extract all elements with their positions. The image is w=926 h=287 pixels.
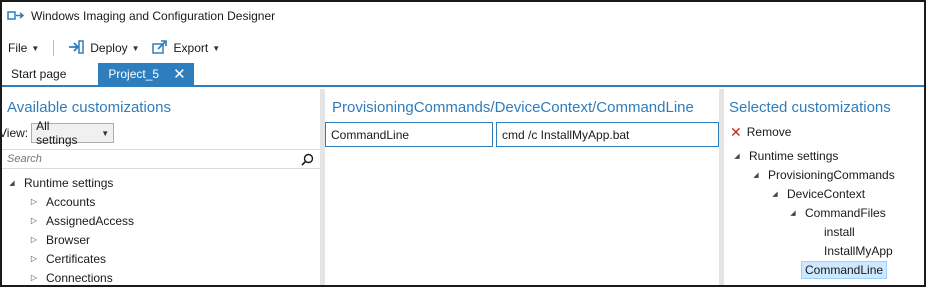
tree-node-commandline[interactable]: CommandLine — [724, 260, 924, 279]
tree-node-label: Accounts — [46, 194, 96, 209]
setting-editor-panel: ProvisioningCommands/DeviceContext/Comma… — [325, 89, 719, 285]
view-filter: View: All settings ▼ — [2, 119, 320, 147]
menu-separator — [53, 40, 55, 56]
tree-node-label: Browser — [46, 232, 91, 247]
tree-node-label: Runtime settings — [24, 175, 114, 190]
window-control-edge — [906, 12, 924, 22]
available-customizations-panel: Available customizations View: All setti… — [2, 89, 320, 285]
menu-bar: File ▼ Deploy ▼ Export ▼ — [2, 34, 924, 62]
document-tabs: Start page Project_5 ✕ — [2, 63, 924, 87]
tree-node-label: Connections — [46, 270, 113, 285]
tree-node-provisioning-commands[interactable]: ◢ ProvisioningCommands — [724, 165, 924, 184]
collapsed-triangle-icon[interactable]: ▷ — [29, 235, 39, 244]
remove-button[interactable]: ✕ Remove — [724, 122, 924, 142]
setting-row: CommandLine — [325, 122, 719, 147]
chevron-down-icon: ▼ — [131, 43, 140, 53]
customization-tree: ◢ Runtime settings ▷ Accounts ▷ Assigned… — [2, 169, 320, 285]
tree-node-install[interactable]: install — [724, 222, 924, 241]
app-window: Windows Imaging and Configuration Design… — [0, 0, 926, 287]
view-select-value: All settings — [36, 119, 78, 147]
chevron-down-icon: ▼ — [212, 43, 221, 53]
panel-title: Selected customizations — [729, 99, 891, 116]
tree-node[interactable]: ▷ Connections — [2, 268, 320, 285]
tree-node-runtime-settings[interactable]: ◢ Runtime settings — [2, 173, 320, 192]
remove-label: Remove — [746, 125, 792, 139]
tree-node-label: AssignedAccess — [46, 213, 135, 228]
setting-path-title: ProvisioningCommands/DeviceContext/Comma… — [332, 99, 694, 116]
tree-node-device-context[interactable]: ◢ DeviceContext — [724, 184, 924, 203]
remove-icon: ✕ — [730, 124, 742, 140]
collapsed-triangle-icon[interactable]: ▷ — [29, 197, 39, 206]
tab-project[interactable]: Project_5 ✕ — [98, 63, 194, 85]
deploy-menu[interactable]: Deploy ▼ — [62, 36, 145, 60]
tree-node-label: Certificates — [46, 251, 107, 266]
tree-node-label: CommandFiles — [805, 205, 886, 220]
tree-node[interactable]: ▷ Accounts — [2, 192, 320, 211]
collapsed-triangle-icon[interactable]: ▷ — [29, 273, 39, 282]
tree-node-label: InstallMyApp — [824, 243, 893, 258]
tree-node-label: DeviceContext — [787, 186, 866, 201]
expanded-triangle-icon[interactable]: ◢ — [751, 171, 761, 179]
tree-node[interactable]: ▷ Certificates — [2, 249, 320, 268]
title-bar: Windows Imaging and Configuration Design… — [2, 2, 924, 30]
export-icon — [151, 39, 168, 57]
search-input[interactable] — [2, 153, 282, 165]
window-title: Windows Imaging and Configuration Design… — [31, 9, 276, 23]
selected-customizations-panel: Selected customizations ✕ Remove ◢ Runti… — [724, 89, 924, 285]
commandline-input[interactable] — [496, 122, 719, 147]
expanded-triangle-icon[interactable]: ◢ — [7, 179, 17, 187]
collapsed-triangle-icon[interactable]: ▷ — [29, 216, 39, 225]
selected-tree: ◢ Runtime settings ◢ ProvisioningCommand… — [724, 142, 924, 279]
search-icon[interactable] — [301, 153, 314, 169]
tree-node-label: Runtime settings — [749, 148, 839, 163]
deploy-menu-label: Deploy — [90, 41, 128, 55]
file-menu[interactable]: File ▼ — [2, 36, 45, 60]
tree-node-runtime-settings[interactable]: ◢ Runtime settings — [724, 146, 924, 165]
chevron-down-icon: ▼ — [31, 43, 40, 53]
close-icon[interactable]: ✕ — [173, 67, 186, 82]
selected-tree-node-label: CommandLine — [801, 260, 888, 279]
tab-start-page[interactable]: Start page — [2, 63, 75, 85]
tree-node[interactable]: ▷ Browser — [2, 230, 320, 249]
view-select[interactable]: All settings ▼ — [31, 119, 115, 147]
app-icon — [7, 10, 25, 22]
view-label: View: — [2, 126, 29, 140]
tree-node-installmyapp[interactable]: InstallMyApp — [724, 241, 924, 260]
panel-title: Available customizations — [7, 99, 171, 116]
tab-label: Start page — [11, 67, 67, 81]
expanded-triangle-icon[interactable]: ◢ — [732, 152, 742, 160]
expanded-triangle-icon[interactable]: ◢ — [788, 209, 798, 217]
tab-label: Project_5 — [108, 67, 160, 81]
deploy-icon — [68, 39, 85, 57]
export-menu-label: Export — [173, 41, 209, 55]
tree-node-label: install — [824, 224, 855, 239]
chevron-down-icon: ▼ — [101, 128, 110, 138]
export-menu[interactable]: Export ▼ — [146, 36, 227, 60]
file-menu-label: File — [8, 41, 28, 55]
tree-node-label: ProvisioningCommands — [768, 167, 895, 182]
tree-node[interactable]: ▷ AssignedAccess — [2, 211, 320, 230]
expanded-triangle-icon[interactable]: ◢ — [770, 190, 780, 198]
search-box — [2, 149, 320, 169]
tree-node-command-files[interactable]: ◢ CommandFiles — [724, 203, 924, 222]
setting-label: CommandLine — [325, 122, 493, 147]
collapsed-triangle-icon[interactable]: ▷ — [29, 254, 39, 263]
